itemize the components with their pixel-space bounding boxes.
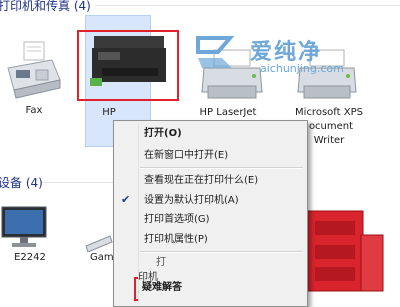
microsoft-xps-label-line3: Writer	[313, 135, 345, 146]
group-divider	[95, 5, 400, 6]
group-divider	[42, 182, 114, 183]
fax-label: Fax	[25, 105, 43, 116]
monitor-device[interactable]	[0, 205, 48, 249]
red-device[interactable]	[305, 205, 385, 300]
menu-item-open[interactable]: 打开(O)	[144, 127, 182, 140]
keyboard-device[interactable]	[84, 232, 114, 253]
check-icon: ✔	[121, 193, 131, 206]
devices-group-header[interactable]: 设备 (4)	[0, 174, 43, 191]
menu-separator	[140, 251, 303, 253]
menu-separator	[140, 167, 303, 169]
printers-group-header[interactable]: 打印机和传真 (4)	[0, 0, 91, 14]
menu-item-print-preferences[interactable]: 打印首选项(G)	[144, 213, 210, 226]
device-icon	[306, 210, 384, 292]
fax-icon	[7, 41, 61, 99]
menu-item-printer-properties[interactable]: 打印机属性(P)	[144, 233, 208, 246]
microsoft-xps-label-line2: ocument	[308, 121, 354, 132]
menu-item-troubleshoot[interactable]: 疑难解答	[142, 281, 182, 294]
keyboard-icon	[85, 235, 113, 253]
context-menu: 打开(O) 在新窗口中打开(E) 查看现在正在打印什么(E) ✔ 设置为默认打印…	[113, 120, 308, 307]
hp-label: HP	[102, 107, 116, 118]
hp-laserjet-label: HP LaserJet	[199, 107, 257, 118]
hp-laserjet-device[interactable]	[200, 48, 266, 104]
menu-item-partial: 打	[156, 257, 166, 268]
fax-device[interactable]	[2, 40, 62, 102]
microsoft-xps-label: Microsoft XPS	[295, 107, 363, 118]
monitor-label: E2242	[14, 252, 46, 263]
printer-icon	[201, 49, 263, 99]
highlight-box	[77, 30, 179, 101]
microsoft-xps-device[interactable]	[296, 48, 358, 104]
monitor-icon	[1, 206, 47, 247]
menu-item-open-new-window[interactable]: 在新窗口中打开(E)	[144, 149, 228, 162]
troubleshoot-highlight-box	[134, 277, 138, 301]
menu-item-see-printing[interactable]: 查看现在正在打印什么(E)	[144, 174, 258, 187]
menu-item-set-default[interactable]: 设置为默认打印机(A)	[144, 194, 239, 207]
printer-icon	[297, 49, 357, 99]
gamepad-label: Gam	[90, 252, 114, 263]
